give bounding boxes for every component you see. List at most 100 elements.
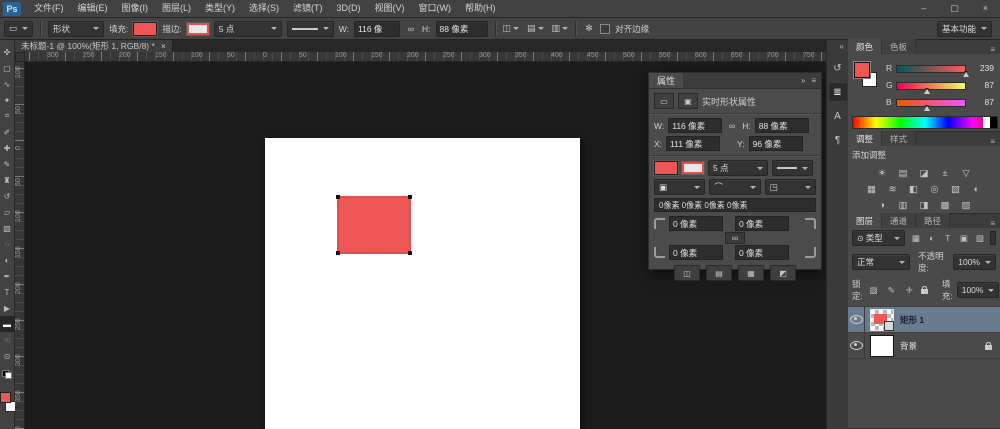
healing-brush-tool[interactable]: ✚ <box>0 140 15 156</box>
properties-tab[interactable]: 属性 <box>649 73 683 88</box>
marquee-tool[interactable]: ▢ <box>0 60 15 76</box>
photo-filter-icon[interactable]: ◎ <box>928 183 942 196</box>
menu-item-6[interactable]: 滤镜(T) <box>286 0 330 17</box>
menu-item-7[interactable]: 3D(D) <box>330 0 368 17</box>
visibility-eye-icon[interactable] <box>850 341 863 350</box>
prop-height-input[interactable]: 88 像素 <box>755 118 809 133</box>
menu-item-9[interactable]: 窗口(W) <box>412 0 459 17</box>
vibrance-icon[interactable]: ▽ <box>959 167 973 180</box>
color-spectrum-bar[interactable] <box>852 116 998 129</box>
link-dimensions-icon[interactable]: ∞ <box>405 24 417 34</box>
prop-stroke-swatch[interactable] <box>682 162 704 174</box>
filter-pixel-icon[interactable]: ▦ <box>909 232 922 244</box>
layer-fill-input[interactable]: 100% <box>957 282 1000 298</box>
color-tab-色板[interactable]: 色板 <box>882 39 916 54</box>
lasso-tool[interactable]: ∿ <box>0 76 15 92</box>
foreground-color-swatch[interactable] <box>854 62 870 78</box>
color-menu-icon[interactable]: ≡ <box>985 45 1000 54</box>
color-tab-颜色[interactable]: 颜色 <box>848 39 882 54</box>
history-brush-tool[interactable]: ↺ <box>0 188 15 204</box>
eraser-tool[interactable]: ▱ <box>0 204 15 220</box>
layer-thumbnail[interactable] <box>870 309 894 331</box>
layer-filter-select[interactable]: ⊙类型 <box>852 230 905 246</box>
horizontal-ruler[interactable]: 3002502001501005005010015020025030035040… <box>25 52 826 62</box>
layers-tab-通道[interactable]: 通道 <box>882 213 916 228</box>
width-input[interactable]: 116 像 <box>354 21 400 37</box>
shape-handle-bottom-right[interactable] <box>408 251 412 255</box>
layers-tab-图层[interactable]: 图层 <box>848 213 882 228</box>
white-swatch[interactable] <box>983 117 990 128</box>
history-panel-icon[interactable]: ↺ <box>829 59 847 77</box>
color-balance-icon[interactable]: ≋ <box>886 183 900 196</box>
close-button[interactable]: × <box>983 3 988 14</box>
shape-settings-gear-icon[interactable]: ✻ <box>583 23 595 34</box>
expand-panels-icon[interactable]: « <box>836 40 848 53</box>
brush-tool[interactable]: ✎ <box>0 156 15 172</box>
workspace-switcher[interactable]: 基本功能 <box>937 21 992 37</box>
gradient-map-icon[interactable]: ▩ <box>938 199 952 212</box>
tool-mode-select[interactable]: 形状 <box>48 21 104 37</box>
shape-handle-top-left[interactable] <box>336 195 340 199</box>
layer-row-背景[interactable]: 背景 <box>848 333 1000 359</box>
default-colors-icon[interactable] <box>2 370 12 378</box>
path-operations-button[interactable]: ◫ <box>503 23 520 34</box>
posterize-icon[interactable]: ▥ <box>896 199 910 212</box>
prop-stroke-type-select[interactable] <box>772 160 813 176</box>
black-white-icon[interactable]: ◧ <box>907 183 921 196</box>
adjustments-tab-样式[interactable]: 样式 <box>882 131 916 146</box>
slider-thumb-R[interactable] <box>963 71 969 77</box>
document-tab[interactable]: 未标题-1 @ 100%(矩形 1, RGB/8) * × <box>15 40 173 52</box>
visibility-eye-icon[interactable] <box>850 315 863 324</box>
radius-bottom-right-input[interactable]: 0 像素 <box>735 245 789 260</box>
opacity-input[interactable]: 100% <box>953 254 996 270</box>
crop-tool[interactable]: ⌗ <box>0 108 15 124</box>
hue-saturation-icon[interactable]: ▦ <box>865 183 879 196</box>
channel-mixer-icon[interactable]: ▧ <box>949 183 963 196</box>
stroke-caps-select[interactable]: ⌒ <box>709 179 760 195</box>
mask-icon[interactable]: ▣ <box>678 93 698 109</box>
filter-smart-object-icon[interactable]: ▨ <box>973 232 986 244</box>
curves-icon[interactable]: ◪ <box>917 167 931 180</box>
toolbar-color-swatches[interactable] <box>0 392 15 414</box>
stroke-type-select[interactable] <box>287 21 334 37</box>
live-shape-icon[interactable]: ▭ <box>654 93 674 109</box>
reset-button[interactable]: ◩ <box>770 265 796 281</box>
rectangle-tool[interactable]: ▬ <box>0 316 15 332</box>
levels-icon[interactable]: ▤ <box>896 167 910 180</box>
fill-color-swatch[interactable] <box>133 22 157 36</box>
menu-item-3[interactable]: 图层(L) <box>155 0 198 17</box>
layers-menu-icon[interactable]: ≡ <box>985 219 1000 228</box>
menu-item-5[interactable]: 选择(S) <box>242 0 286 17</box>
quick-selection-tool[interactable]: ✦ <box>0 92 15 108</box>
black-swatch[interactable] <box>990 117 997 128</box>
stroke-corners-select[interactable]: ◳ <box>765 179 816 195</box>
panel-menu-icon[interactable]: ≡ <box>811 76 816 85</box>
move-tool[interactable]: ✜ <box>0 44 15 60</box>
lock-position-icon[interactable]: ✛ <box>903 284 916 296</box>
filter-toggle[interactable] <box>990 231 996 245</box>
gradient-tool[interactable]: ▧ <box>0 220 15 236</box>
canvas[interactable] <box>265 138 580 429</box>
height-input[interactable]: 88 像素 <box>436 21 488 37</box>
filter-adjustment-icon[interactable]: ◐ <box>925 232 938 244</box>
path-selection-tool[interactable]: ▶ <box>0 300 15 316</box>
restore-button[interactable]: ▢ <box>950 3 959 14</box>
layers-tab-路径[interactable]: 路径 <box>916 213 950 228</box>
tool-preset-picker[interactable]: ▭ <box>4 21 33 37</box>
constrain-button[interactable]: ▦ <box>738 265 764 281</box>
path-alignment-button[interactable]: ▤ <box>527 23 544 34</box>
brightness-contrast-icon[interactable]: ☀ <box>875 167 889 180</box>
menu-item-2[interactable]: 图像(I) <box>115 0 156 17</box>
filter-shape-icon[interactable]: ▣ <box>957 232 970 244</box>
threshold-icon[interactable]: ◨ <box>917 199 931 212</box>
stroke-color-swatch[interactable] <box>187 23 209 35</box>
type-tool[interactable]: T <box>0 284 15 300</box>
menu-item-1[interactable]: 编辑(E) <box>71 0 115 17</box>
prop-y-input[interactable]: 96 像素 <box>749 136 803 151</box>
zoom-tool[interactable]: ⊙ <box>0 348 15 364</box>
layer-thumbnail[interactable] <box>870 335 894 357</box>
radius-top-right-input[interactable]: 0 像素 <box>735 216 789 231</box>
hand-tool[interactable]: ☜ <box>0 332 15 348</box>
prop-stroke-width-select[interactable]: 5 点 <box>708 160 768 176</box>
radius-link-icon[interactable]: ∞ <box>725 232 745 244</box>
